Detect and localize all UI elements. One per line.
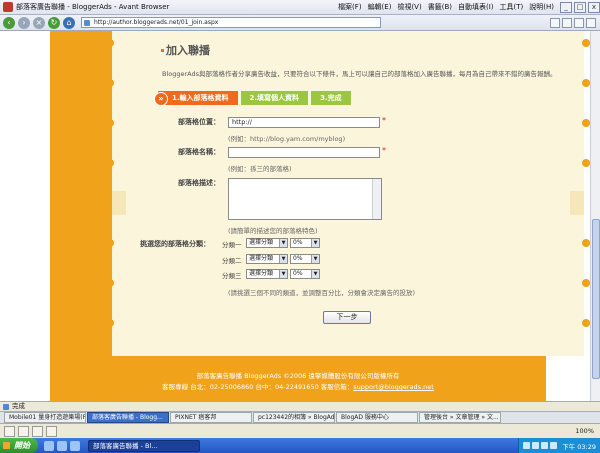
tray-icon[interactable] — [541, 442, 549, 449]
stop-icon[interactable]: × — [33, 16, 45, 29]
windows-taskbar: 開始 部落客廣告聯播 - Bl... 下午 03:29 — [0, 438, 600, 453]
scrollbar-thumb[interactable] — [592, 219, 600, 379]
url-hint: (例如：http://blog.yam.com/myblog) — [228, 135, 346, 143]
tab-blogad-service[interactable]: BlogAD 服務中心 — [336, 412, 418, 423]
chevron-down-icon: ▼ — [279, 239, 287, 247]
menu-view[interactable]: 檢視(V) — [397, 2, 421, 12]
menu-bookmarks[interactable]: 書籤(B) — [428, 2, 452, 12]
category-3-percent[interactable]: 0% ▼ — [290, 269, 320, 279]
fold-left — [112, 191, 126, 215]
name-label: 部落格名稱： — [178, 148, 220, 156]
menu-edit[interactable]: 編輯(E) — [368, 2, 392, 12]
status-bar: 完成 — [0, 401, 600, 411]
tray-icon[interactable] — [532, 442, 540, 449]
browser-bottom-bar: 100% — [0, 423, 600, 438]
tool-icon[interactable] — [18, 425, 29, 437]
tab-album[interactable]: pc123442的相簿 » BlogAd... — [253, 412, 335, 423]
tab-pixnet[interactable]: PIXNET 痞客邦 — [170, 412, 252, 423]
menu-file[interactable]: 檔案(F) — [338, 2, 362, 12]
page-title: 加入聯播 — [161, 44, 210, 57]
next-step-button[interactable]: 下一步 — [323, 311, 371, 324]
home-icon[interactable]: ⌂ — [63, 16, 75, 29]
app-icon — [3, 2, 13, 12]
footer-contact: 客服專線 台北：02-25006860 台中：04-22491650 客服信箱：… — [162, 383, 434, 391]
category-1-percent[interactable]: 0% ▼ — [290, 238, 320, 248]
tray-icon[interactable] — [550, 442, 558, 449]
category-2-percent[interactable]: 0% ▼ — [290, 254, 320, 264]
tool-icon[interactable] — [46, 425, 57, 437]
toolbar-icon[interactable] — [550, 17, 560, 28]
refresh-icon[interactable]: ↻ — [48, 16, 60, 29]
category-1-label: 分類一 — [222, 241, 242, 249]
category-1-select[interactable]: 選擇分類 ▼ — [246, 238, 288, 248]
web-content: 加入聯播 BloggerAds與部落格作者分享廣告收益，只要符合以下條件，馬上可… — [0, 31, 590, 401]
toolbar-icon[interactable] — [562, 17, 572, 28]
menu-bar: 檔案(F) 編輯(E) 檢視(V) 書籤(B) 自動填表(I) 工具(T) 說明… — [338, 2, 554, 12]
address-bar[interactable]: http://author.bloggerads.net/01_join.asp… — [81, 17, 381, 28]
system-tray: 下午 03:29 — [518, 438, 600, 453]
tab-bloggerads[interactable]: 部落客廣告聯播 - Blogg... — [87, 412, 169, 423]
quicklaunch-icon[interactable] — [44, 440, 54, 451]
tab-bar: Mobile01 量身打造遊樂場(P... 部落客廣告聯播 - Blogg...… — [0, 411, 600, 423]
url-label: 部落格位置： — [178, 118, 220, 126]
close-button[interactable]: x — [588, 1, 600, 13]
maximize-button[interactable]: □ — [574, 1, 586, 13]
notebook-paper: 加入聯播 BloggerAds與部落格作者分享廣告收益，只要符合以下條件，馬上可… — [106, 31, 590, 356]
footer-copyright: 部落客廣告聯播 BloggerAds ©2006 遠擎媒體股份有限公司版權所有 — [196, 372, 400, 380]
window-title: 部落客廣告聯播 - BloggerAds - Avant Browser — [16, 3, 170, 11]
page-frame: 加入聯播 BloggerAds與部落格作者分享廣告收益，只要符合以下條件，馬上可… — [50, 31, 590, 401]
tab-admin[interactable]: 管理後台 » 文章管理 » 文... — [419, 412, 501, 423]
navigation-toolbar: ‹ › × ↻ ⌂ http://author.bloggerads.net/0… — [0, 15, 600, 31]
required-mark: * — [382, 116, 386, 125]
chevron-down-icon: ▼ — [311, 239, 319, 247]
quicklaunch-icon[interactable] — [57, 440, 67, 451]
taskbar-item-browser[interactable]: 部落客廣告聯播 - Bl... — [88, 439, 200, 452]
toolbar-icon[interactable] — [586, 17, 596, 28]
desc-label: 部落格描述： — [178, 179, 220, 187]
menu-tools[interactable]: 工具(T) — [500, 2, 524, 12]
title-bar: 部落客廣告聯播 - BloggerAds - Avant Browser 檔案(… — [0, 0, 600, 15]
category-3-select[interactable]: 選擇分類 ▼ — [246, 269, 288, 279]
category-3-label: 分類三 — [222, 272, 242, 280]
tab-mobile01[interactable]: Mobile01 量身打造遊樂場(P... — [4, 412, 86, 423]
quicklaunch-icon[interactable] — [70, 440, 80, 451]
required-mark: * — [382, 146, 386, 155]
menu-help[interactable]: 說明(H) — [529, 2, 554, 12]
intro-text: BloggerAds與部落格作者分享廣告收益，只要符合以下條件，馬上可以讓自己的… — [162, 70, 557, 78]
chevron-down-icon: ▼ — [311, 270, 319, 278]
category-2-label: 分類二 — [222, 257, 242, 265]
blog-description-textarea[interactable] — [228, 178, 382, 220]
progress-steps: 1.輸入部落格資料 2.填寫個人資料 3.完成 — [154, 91, 351, 106]
back-icon[interactable]: ‹ — [3, 16, 15, 29]
clock: 下午 03:29 — [562, 442, 596, 451]
chevron-down-icon: ▼ — [279, 270, 287, 278]
toolbar-right — [550, 17, 596, 28]
vertical-scrollbar[interactable] — [590, 31, 600, 401]
start-button[interactable]: 開始 — [0, 438, 38, 453]
blog-name-input[interactable] — [228, 147, 380, 158]
step-3: 3.完成 — [311, 91, 351, 105]
category-hint: (請挑選三個不同的類道，並調整百分比，分類會決定廣告的投放) — [228, 289, 416, 297]
category-2-select[interactable]: 選擇分類 ▼ — [246, 254, 288, 264]
chevron-down-icon: ▼ — [311, 255, 319, 263]
blog-url-input[interactable]: http:// — [228, 117, 380, 128]
step-1-active: 1.輸入部落格資料 — [154, 91, 238, 106]
category-label: 挑選您的部落格分類： — [140, 240, 210, 248]
tool-icon[interactable] — [4, 425, 15, 437]
tool-icon[interactable] — [32, 425, 43, 437]
tray-icon[interactable] — [523, 442, 531, 449]
step-2: 2.填寫個人資料 — [240, 91, 309, 105]
minimize-button[interactable]: _ — [560, 1, 572, 13]
desc-hint: (請簡單的描述您的部落格特色) — [228, 227, 318, 235]
quick-launch — [44, 440, 80, 451]
chevron-down-icon: ▼ — [279, 255, 287, 263]
browser-window: 部落客廣告聯播 - BloggerAds - Avant Browser 檔案(… — [0, 0, 600, 453]
menu-autofill[interactable]: 自動填表(I) — [458, 2, 494, 12]
forward-icon[interactable]: › — [18, 16, 30, 29]
support-email-link[interactable]: support@bloggerads.net — [353, 383, 434, 391]
fold-right — [570, 191, 584, 215]
zoom-level[interactable]: 100% — [575, 427, 594, 435]
name-hint: (例如：孫三的部落格) — [228, 165, 292, 173]
toolbar-icon[interactable] — [574, 17, 584, 28]
